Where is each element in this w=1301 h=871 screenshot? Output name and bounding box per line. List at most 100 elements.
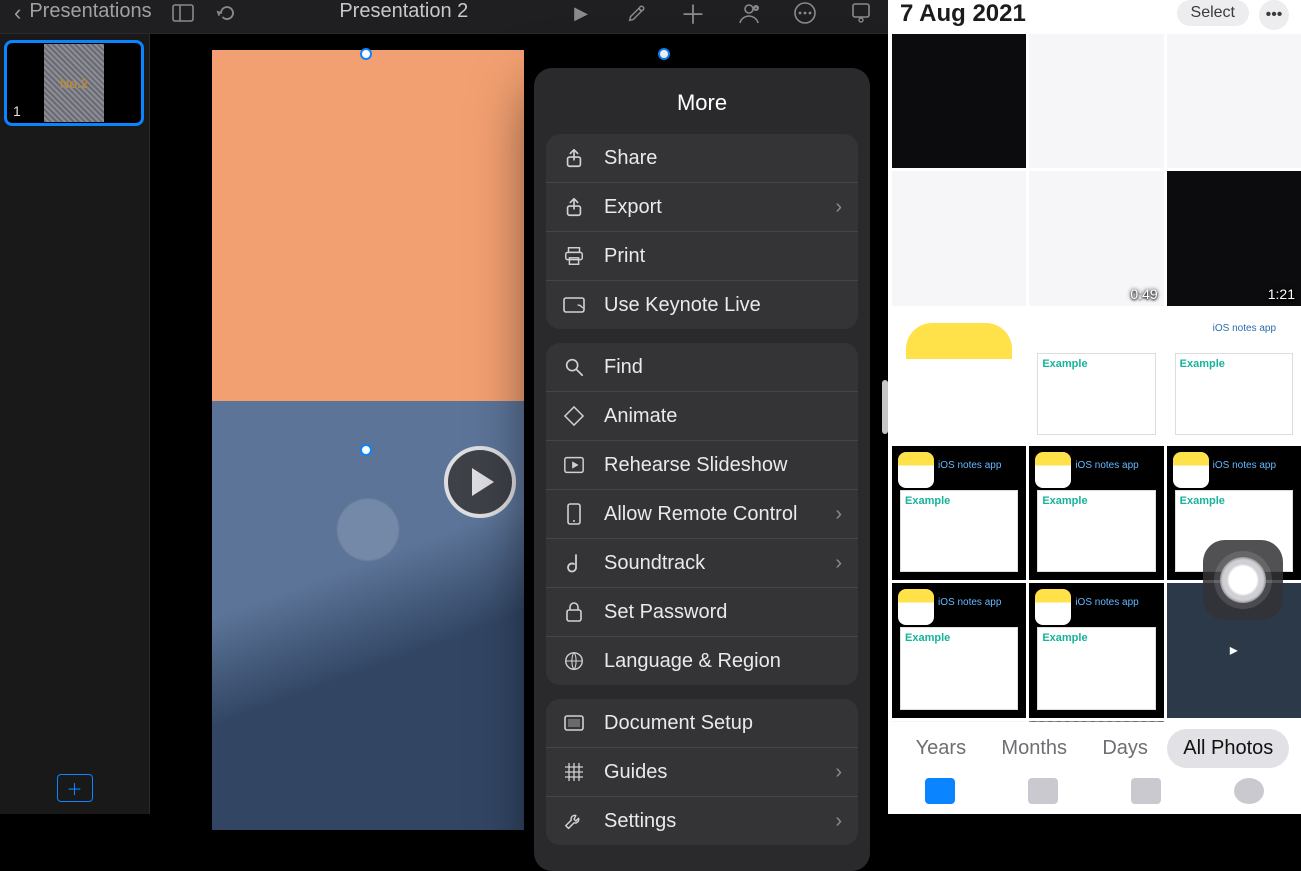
duration-badge: 0:49	[1130, 286, 1157, 302]
photo-thumbnail[interactable]	[892, 309, 1026, 443]
select-button[interactable]: Select	[1177, 0, 1249, 26]
menu-item-label: Export	[604, 196, 662, 219]
grid-icon	[562, 760, 586, 784]
photo-thumbnail[interactable]	[1167, 34, 1301, 168]
segment-years[interactable]: Years	[900, 729, 982, 768]
menu-item-label: Settings	[604, 810, 676, 833]
photos-header: 7 Aug 2021 Select •••	[888, 0, 1301, 34]
menu-item-print[interactable]: Print	[546, 231, 858, 280]
format-brush-icon[interactable]	[624, 0, 650, 26]
segment-months[interactable]: Months	[985, 729, 1083, 768]
document-title[interactable]: Presentation 2	[339, 0, 468, 23]
menu-item-sound[interactable]: Soundtrack›	[546, 538, 858, 587]
lock-icon	[562, 600, 586, 624]
segment-all-photos[interactable]: All Photos	[1167, 729, 1289, 768]
thumb-caption: iOS notes app	[938, 597, 1001, 608]
slide-thumbnail-1[interactable]: No.2 1	[4, 40, 144, 126]
selection-handle[interactable]	[360, 444, 372, 456]
chevron-right-icon: ›	[835, 552, 842, 575]
thumb-caption: iOS notes app	[1213, 323, 1276, 334]
menu-item-animate[interactable]: Animate	[546, 391, 858, 440]
menu-item-share[interactable]: Share	[546, 134, 858, 182]
broadcast-icon	[562, 293, 586, 317]
undo-icon[interactable]	[214, 0, 240, 26]
photo-thumbnail[interactable]: Example	[1029, 309, 1163, 443]
note-icon	[562, 551, 586, 575]
slide-index: 1	[13, 103, 21, 119]
keynote-toolbar: ‹ Presentations Presentation 2 ▶ ＋ +	[0, 0, 888, 34]
photo-thumbnail[interactable]	[1029, 34, 1163, 168]
photo-thumbnail[interactable]: iOS notes appExample	[892, 446, 1026, 580]
photo-thumbnail[interactable]	[892, 34, 1026, 168]
menu-item-export[interactable]: Export ›	[546, 182, 858, 231]
photo-thumbnail[interactable]: iOS notes appExample	[1167, 309, 1301, 443]
chevron-right-icon: ›	[835, 196, 842, 219]
keynote-body: No.2 1 ＋ 👆 More ShareExport›PrintUse Key…	[0, 34, 888, 814]
printer-icon	[562, 244, 586, 268]
photos-tabbar	[888, 774, 1301, 814]
segment-days[interactable]: Days	[1086, 729, 1164, 768]
menu-item-lang[interactable]: Language & Region	[546, 636, 858, 685]
chevron-right-icon: ›	[835, 761, 842, 784]
add-slide-button[interactable]: ＋	[57, 774, 93, 802]
share-up-icon	[562, 195, 586, 219]
wrench-icon	[562, 809, 586, 833]
back-label: Presentations	[29, 0, 151, 23]
photo-thumbnail[interactable]: 1:21	[1167, 171, 1301, 305]
more-ellipsis-icon[interactable]	[792, 0, 818, 26]
photo-thumbnail[interactable]: 0:49	[1029, 171, 1163, 305]
phone-icon	[562, 502, 586, 526]
tab-albums-icon[interactable]	[1131, 778, 1161, 804]
menu-item-live[interactable]: Use Keynote Live	[546, 280, 858, 329]
thumb-overlay: No.2	[1029, 721, 1163, 722]
tab-search-icon[interactable]	[1234, 778, 1264, 804]
collaborate-icon[interactable]: +	[736, 0, 762, 26]
menu-item-label: Set Password	[604, 601, 727, 624]
photo-thumbnail[interactable]	[892, 171, 1026, 305]
keynote-app: ‹ Presentations Presentation 2 ▶ ＋ +	[0, 0, 888, 814]
menu-item-remote[interactable]: Allow Remote Control›	[546, 489, 858, 538]
photos-date-title: 7 Aug 2021	[900, 0, 1167, 28]
chevron-right-icon: ›	[835, 503, 842, 526]
photo-thumbnail[interactable]: No.20:15	[1029, 721, 1163, 722]
selected-video-object[interactable]	[212, 50, 524, 830]
video-play-button[interactable]	[444, 446, 516, 518]
photos-more-icon[interactable]: •••	[1259, 0, 1289, 30]
thumb-caption: iOS notes app	[938, 460, 1001, 471]
notes-app-icon	[1173, 452, 1209, 488]
photo-thumbnail[interactable]: iOS notes appExample	[892, 583, 1026, 717]
slide-canvas[interactable]: 👆 More ShareExport›PrintUse Keynote Live…	[150, 34, 888, 814]
assistive-touch-button[interactable]	[1203, 540, 1283, 620]
doc-rect-icon	[562, 711, 586, 735]
menu-item-label: Use Keynote Live	[604, 294, 761, 317]
play-rect-icon	[562, 453, 586, 477]
play-icon[interactable]: ▶	[568, 0, 594, 26]
back-presentations-button[interactable]: ‹ Presentations	[14, 0, 152, 26]
photo-thumbnail[interactable]	[892, 721, 1026, 722]
menu-item-guides[interactable]: Guides›	[546, 747, 858, 796]
selection-handle[interactable]	[658, 48, 670, 60]
menu-item-find[interactable]: Find	[546, 343, 858, 391]
menu-item-docsetup[interactable]: Document Setup	[546, 699, 858, 747]
more-menu-popover: More ShareExport›PrintUse Keynote LiveFi…	[534, 68, 870, 871]
tab-library-icon[interactable]	[925, 778, 955, 804]
share-up-icon	[562, 146, 586, 170]
notes-app-icon	[898, 452, 934, 488]
menu-item-settings[interactable]: Settings›	[546, 796, 858, 845]
svg-text:+: +	[755, 6, 758, 12]
sidebar-toggle-icon[interactable]	[170, 0, 196, 26]
globe-icon	[562, 649, 586, 673]
selection-handle[interactable]	[360, 48, 372, 60]
photo-thumbnail[interactable]: iOS notes appExample	[1029, 583, 1163, 717]
slideover-grabber[interactable]	[882, 380, 888, 434]
photos-app: 7 Aug 2021 Select ••• 0:491:21ExampleiOS…	[888, 0, 1301, 814]
photo-thumbnail[interactable]: iOS notes appExample	[1029, 446, 1163, 580]
menu-item-label: Share	[604, 147, 657, 170]
menu-item-label: Find	[604, 356, 643, 379]
insert-plus-icon[interactable]: ＋	[680, 0, 706, 26]
slide-navigator: No.2 1 ＋	[0, 34, 150, 814]
menu-item-password[interactable]: Set Password	[546, 587, 858, 636]
presenter-display-icon[interactable]	[848, 0, 874, 26]
menu-item-rehearse[interactable]: Rehearse Slideshow	[546, 440, 858, 489]
tab-foryou-icon[interactable]	[1028, 778, 1058, 804]
